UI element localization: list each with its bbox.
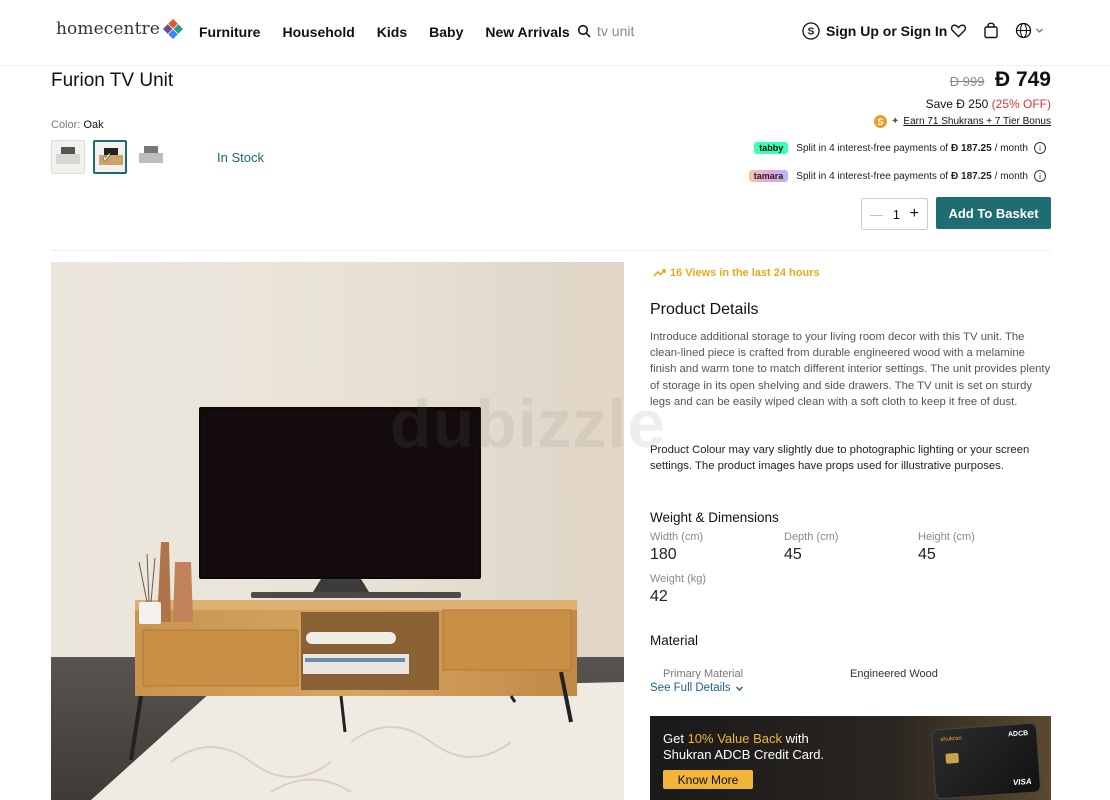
main-nav: Furniture Household Kids Baby New Arriva… xyxy=(199,24,592,40)
dim-height: Height (cm) 45 xyxy=(918,531,975,564)
discount-percent: (25% OFF) xyxy=(991,97,1051,111)
nav-item-new-arrivals[interactable]: New Arrivals xyxy=(485,24,569,40)
sale-price: Đ 749 xyxy=(994,68,1051,91)
add-to-basket-button[interactable]: Add To Basket xyxy=(936,197,1051,229)
price-box: Đ 999 Đ 749 xyxy=(950,68,1051,92)
logo-text: homecentre xyxy=(56,19,160,39)
basket-icon[interactable] xyxy=(983,22,999,39)
tabby-text: Split in 4 interest-free payments of xyxy=(796,142,949,154)
material-label: Primary Material xyxy=(663,668,744,679)
dim-value: 42 xyxy=(650,588,668,605)
tamara-suffix: / month xyxy=(994,170,1028,182)
dim-width: Width (cm) 180 xyxy=(650,531,703,564)
see-full-label: See Full Details xyxy=(650,682,731,694)
product-photo xyxy=(51,262,624,800)
logo-mark-icon xyxy=(162,19,183,39)
product-image[interactable] xyxy=(51,262,624,800)
color-swatches: ✓ xyxy=(51,140,169,174)
check-icon: ✓ xyxy=(102,150,113,164)
weight-dimensions-heading: Weight & Dimensions xyxy=(650,510,779,525)
tabby-amount: Đ 187.25 xyxy=(951,142,992,154)
info-icon[interactable]: i xyxy=(1034,142,1046,154)
quantity-stepper: — 1 + xyxy=(861,198,928,230)
product-title: Furion TV Unit xyxy=(51,70,174,91)
know-more-button[interactable]: Know More xyxy=(663,770,753,789)
dim-weight: Weight (kg) 42 xyxy=(650,573,706,606)
color-value: Oak xyxy=(83,119,104,131)
heart-icon[interactable] xyxy=(950,22,967,39)
site-header: homecentre Furniture Household Kids Baby… xyxy=(0,0,1110,66)
sparkle-icon: ✦ xyxy=(891,116,900,127)
color-label: Color: xyxy=(51,119,81,131)
chevron-down-icon xyxy=(1036,28,1043,33)
dim-label: Width (cm) xyxy=(650,531,704,543)
dim-label: Weight (kg) xyxy=(650,573,707,585)
nav-item-furniture[interactable]: Furniture xyxy=(199,24,260,40)
material-heading: Material xyxy=(650,633,699,648)
card-bank: ADCB xyxy=(1007,729,1029,739)
dim-label: Height (cm) xyxy=(918,531,975,543)
banner-line1-suffix: with xyxy=(782,731,809,746)
trending-up-icon xyxy=(653,269,666,277)
shukran-adcb-banner[interactable]: Get 10% Value Back with Shukran ADCB Cre… xyxy=(650,716,1051,800)
stock-status: In Stock xyxy=(217,150,264,165)
nav-item-kids[interactable]: Kids xyxy=(377,24,407,40)
savings-line: Save Đ 250 (25% OFF) xyxy=(926,97,1051,111)
dim-depth: Depth (cm) 45 xyxy=(784,531,838,564)
signin-button[interactable]: S Sign Up or Sign In xyxy=(802,22,947,40)
banner-highlight: 10% Value Back xyxy=(687,731,783,746)
signin-label: Sign Up or Sign In xyxy=(826,23,948,39)
shukran-line: S ✦ Earn 71 Shukrans + 7 Tier Bonus xyxy=(874,115,1051,128)
globe-icon xyxy=(1015,22,1032,39)
material-value: Engineered Wood xyxy=(850,668,938,679)
dim-value: 180 xyxy=(650,546,677,563)
credit-card-image: shukran ADCB VISA xyxy=(930,722,1042,800)
shukran-link[interactable]: Earn 71 Shukrans + 7 Tier Bonus xyxy=(903,116,1051,127)
chevron-down-icon xyxy=(735,686,743,691)
product-details-heading: Product Details xyxy=(650,301,759,318)
swatch-grey[interactable] xyxy=(135,140,169,174)
card-brand: shukran xyxy=(940,735,962,744)
homecentre-logo[interactable]: homecentre xyxy=(56,18,184,40)
tabby-badge: tabby xyxy=(754,142,789,154)
svg-text:S: S xyxy=(808,27,815,38)
see-full-details-link[interactable]: See Full Details xyxy=(650,682,744,694)
divider xyxy=(51,250,1051,251)
dim-label: Depth (cm) xyxy=(784,531,839,543)
original-price: Đ 999 xyxy=(949,74,985,89)
search-icon[interactable] xyxy=(577,24,591,38)
card-network: VISA xyxy=(1012,776,1032,788)
tamara-line: tamara Split in 4 interest-free payments… xyxy=(748,170,1046,182)
shukran-coin-icon: S xyxy=(874,115,888,128)
color-row: Color: Oak xyxy=(51,119,104,131)
nav-item-baby[interactable]: Baby xyxy=(429,24,463,40)
search-bar xyxy=(577,23,717,39)
tamara-amount: Đ 187.25 xyxy=(951,170,992,182)
swatch-white[interactable] xyxy=(51,140,85,174)
tamara-text: Split in 4 interest-free payments of xyxy=(796,170,949,182)
card-chip xyxy=(945,752,960,764)
product-description: Introduce additional storage to your liv… xyxy=(650,331,1051,408)
colour-disclaimer: Product Colour may vary slightly due to … xyxy=(650,444,1030,473)
views-text: 16 Views in the last 24 hours xyxy=(670,267,820,279)
swatch-oak[interactable]: ✓ xyxy=(93,140,127,174)
search-input[interactable] xyxy=(597,23,717,39)
tabby-suffix: / month xyxy=(994,142,1028,154)
views-indicator: 16 Views in the last 24 hours xyxy=(653,267,820,279)
banner-line2: Shukran ADCB Credit Card. xyxy=(663,747,825,762)
language-selector[interactable] xyxy=(1015,22,1044,39)
savings-amount: Save Đ 250 xyxy=(925,97,989,111)
minus-icon[interactable]: — xyxy=(870,207,883,222)
banner-line1-prefix: Get xyxy=(663,731,688,746)
info-icon[interactable]: i xyxy=(1034,170,1046,182)
banner-text: Get 10% Value Back with Shukran ADCB Cre… xyxy=(663,731,824,763)
plus-icon[interactable]: + xyxy=(910,205,919,223)
dim-value: 45 xyxy=(784,546,802,563)
dim-value: 45 xyxy=(918,546,936,563)
quantity-value[interactable]: 1 xyxy=(893,207,900,222)
user-circle-icon: S xyxy=(802,22,820,40)
nav-item-household[interactable]: Household xyxy=(282,24,354,40)
tabby-line: tabby Split in 4 interest-free payments … xyxy=(754,142,1046,154)
tamara-badge: tamara xyxy=(748,170,789,182)
